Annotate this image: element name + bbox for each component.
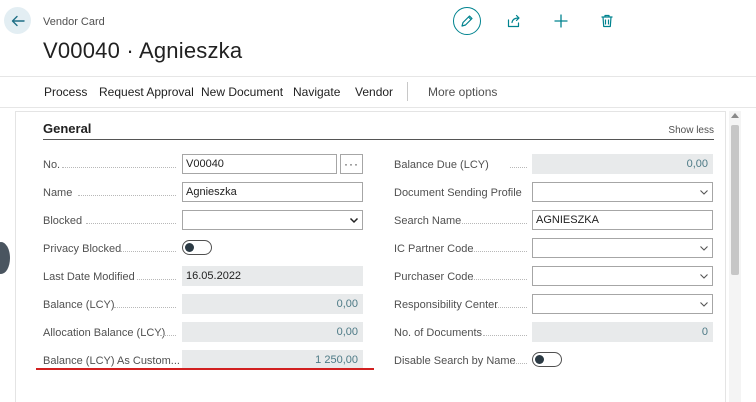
responsibility-center-label: Responsibility Center	[394, 299, 498, 311]
leader-dots	[496, 307, 527, 308]
side-panel-handle[interactable]	[0, 242, 10, 274]
leader-dots	[78, 195, 176, 196]
no-of-documents-field[interactable]: 0	[532, 322, 713, 342]
name-label: Name	[43, 187, 73, 199]
new-icon	[554, 14, 568, 28]
scrollbar-thumb[interactable]	[731, 125, 739, 275]
scrollbar[interactable]	[729, 111, 741, 402]
responsibility-center-select[interactable]	[532, 294, 713, 314]
action-bar-divider	[407, 82, 408, 101]
balance-due-field[interactable]: 0,00	[532, 154, 713, 174]
disable-search-label: Disable Search by Name	[394, 355, 516, 367]
leader-dots	[86, 223, 176, 224]
last-date-modified-field: 16.05.2022	[182, 266, 363, 286]
disable-search-toggle[interactable]	[532, 352, 562, 367]
breadcrumb: Vendor Card	[43, 16, 105, 28]
leader-dots	[483, 335, 527, 336]
allocation-balance-field[interactable]: 0,00	[182, 322, 363, 342]
chevron-down-icon	[700, 274, 708, 279]
chevron-down-icon	[700, 302, 708, 307]
menu-vendor[interactable]: Vendor	[355, 85, 393, 99]
section-divider	[43, 139, 714, 140]
delete-button[interactable]	[593, 7, 621, 35]
balance-due-label: Balance Due (LCY)	[394, 159, 489, 171]
leader-dots	[137, 279, 176, 280]
new-button[interactable]	[547, 7, 575, 35]
purchaser-code-label: Purchaser Code	[394, 271, 474, 283]
leader-dots	[121, 251, 176, 252]
leader-dots	[114, 307, 176, 308]
menu-request-approval[interactable]: Request Approval	[99, 85, 194, 99]
menu-process[interactable]: Process	[44, 85, 87, 99]
balance-lcy-label: Balance (LCY)	[43, 299, 115, 311]
search-name-label: Search Name	[394, 215, 462, 227]
no-field[interactable]: V00040	[182, 154, 337, 174]
show-less-link[interactable]: Show less	[668, 125, 714, 136]
chevron-down-icon	[700, 246, 708, 251]
menu-navigate[interactable]: Navigate	[293, 85, 340, 99]
share-icon	[507, 14, 520, 28]
highlight-underline	[36, 368, 374, 370]
blocked-label: Blocked	[43, 215, 83, 227]
no-label: No.	[43, 159, 61, 171]
leader-dots	[462, 223, 527, 224]
delete-icon	[601, 14, 613, 28]
toggle-knob	[535, 355, 544, 364]
no-assist-button[interactable]: ···	[340, 154, 363, 174]
chevron-down-icon	[349, 217, 359, 224]
leader-dots	[472, 251, 527, 252]
back-button[interactable]	[4, 7, 31, 34]
search-name-field[interactable]: AGNIESZKA	[532, 210, 713, 230]
menu-more-options[interactable]: More options	[428, 85, 497, 99]
action-bar: Process Request Approval New Document Na…	[0, 76, 756, 108]
last-date-modified-label: Last Date Modified	[43, 271, 135, 283]
purchaser-code-select[interactable]	[532, 266, 713, 286]
balance-lcy-field[interactable]: 0,00	[182, 294, 363, 314]
edit-icon	[461, 15, 473, 27]
ic-partner-code-select[interactable]	[532, 238, 713, 258]
leader-dots	[470, 279, 527, 280]
privacy-blocked-label: Privacy Blocked	[43, 243, 122, 255]
toggle-knob	[185, 243, 194, 252]
name-field[interactable]: Agnieszka	[182, 182, 363, 202]
leader-dots	[510, 167, 527, 168]
leader-dots	[512, 363, 527, 364]
arrow-left-icon	[11, 15, 25, 26]
balance-as-customer-field[interactable]: 1 250,00	[182, 350, 363, 370]
menu-new-document[interactable]: New Document	[201, 85, 283, 99]
allocation-balance-label: Allocation Balance (LCY)	[43, 327, 166, 339]
doc-sending-profile-label: Document Sending Profile	[394, 187, 522, 199]
leader-dots	[160, 335, 176, 336]
edit-button[interactable]	[453, 7, 481, 35]
scroll-up-arrow-icon[interactable]	[731, 113, 739, 118]
doc-sending-profile-select[interactable]	[532, 182, 713, 202]
share-button[interactable]	[500, 7, 528, 35]
balance-as-customer-label: Balance (LCY) As Custom...	[43, 355, 180, 367]
no-of-documents-label: No. of Documents	[394, 327, 483, 339]
chevron-down-icon	[700, 190, 708, 195]
blocked-select[interactable]	[182, 210, 363, 230]
privacy-blocked-toggle[interactable]	[182, 240, 212, 255]
page-title: V00040 · Agnieszka	[43, 38, 243, 63]
ic-partner-code-label: IC Partner Code	[394, 243, 474, 255]
leader-dots	[62, 167, 176, 168]
section-title-general[interactable]: General	[43, 121, 91, 136]
